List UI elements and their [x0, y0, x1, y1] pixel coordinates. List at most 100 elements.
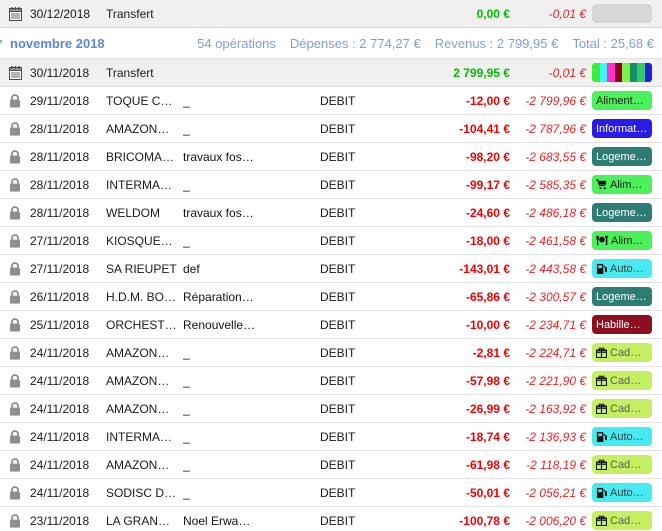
category-cell[interactable]: Auto… [592, 259, 658, 278]
transaction-payee: Transfert [106, 6, 154, 21]
lock-icon[interactable] [0, 93, 30, 108]
lock-icon[interactable] [0, 177, 30, 192]
transaction-amount: -99,17 € [465, 177, 510, 192]
category-cell[interactable]: Logeme… [592, 203, 658, 222]
transaction-type: DEBIT [320, 429, 356, 444]
category-cell[interactable]: Alim… [592, 231, 658, 250]
table-row[interactable]: 28/11/2018 BRICOMA… travaux fos… DEBIT -98,2… [0, 143, 662, 171]
category-cell[interactable] [592, 4, 658, 23]
running-balance: -2 056,21 € [525, 485, 586, 500]
category-badge[interactable]: Cad… [592, 511, 652, 530]
lock-icon[interactable] [0, 373, 30, 388]
lock-icon[interactable] [0, 457, 30, 472]
category-badge[interactable]: Logeme… [592, 203, 652, 222]
category-badge[interactable]: Alim… [592, 231, 652, 250]
transaction-date: 28/11/2018 [30, 121, 90, 136]
transaction-list-app: 30/12/2018 Transfert 0,00 € -0,01 € nove… [0, 0, 662, 531]
table-row[interactable]: 27/11/2018 KIOSQUE… _ DEBIT -18,00 € -2 461,5… [0, 227, 662, 255]
transaction-payee: BRICOMA… [106, 149, 175, 164]
table-row[interactable]: 24/11/2018 AMAZON… _ DEBIT -2,81 € -2 224,71 … [0, 339, 662, 367]
table-row[interactable]: 26/11/2018 H.D.M. BO… Réparation… DEBIT -65,… [0, 283, 662, 311]
category-badge-label: Cad… [610, 402, 642, 415]
table-row[interactable]: 25/11/2018 ORCHEST… Renouvelle… DEBIT -10,00… [0, 311, 662, 339]
category-cell[interactable] [592, 63, 658, 82]
lock-icon[interactable] [0, 429, 30, 444]
category-badge[interactable]: Auto… [592, 483, 652, 502]
category-stripe [637, 63, 645, 82]
category-badge[interactable]: Alimenta… [592, 91, 652, 110]
category-badge[interactable]: Informati… [592, 119, 652, 138]
table-row[interactable]: 24/11/2018 INTERMA… _ DEBIT -18,74 € -2 136,9… [0, 423, 662, 451]
running-balance: -2 221,90 € [525, 373, 586, 388]
transfer-row-month[interactable]: 30/11/2018 Transfert 2 799,95 € -0,01 € [0, 59, 662, 87]
table-row[interactable]: 28/11/2018 AMAZON… _ DEBIT -104,41 € -2 787,9… [0, 115, 662, 143]
month-label: novembre 2018 [10, 35, 105, 51]
table-row[interactable]: 24/11/2018 AMAZON… _ DEBIT -61,98 € -2 118,19… [0, 451, 662, 479]
category-badge[interactable]: Cad… [592, 399, 652, 418]
category-badge-label: Alim… [610, 178, 643, 191]
category-badge[interactable]: Cad… [592, 371, 652, 390]
category-cell[interactable]: Auto… [592, 427, 658, 446]
table-row[interactable]: 28/11/2018 WELDOM travaux fos… DEBIT -24,60 … [0, 199, 662, 227]
category-badge[interactable]: Habillem… [592, 315, 652, 334]
running-balance: -2 006,20 € [525, 513, 586, 528]
category-cell[interactable]: Habillem… [592, 315, 658, 334]
table-row[interactable]: 24/11/2018 SODISC D… _ DEBIT -50,01 € -2 056,… [0, 479, 662, 507]
category-badge[interactable]: Logeme… [592, 147, 652, 166]
category-cell[interactable]: Logeme… [592, 287, 658, 306]
category-badge[interactable]: Logeme… [592, 287, 652, 306]
lock-icon[interactable] [0, 317, 30, 332]
transaction-note: travaux fos… [183, 149, 254, 164]
category-badge-stripes[interactable] [592, 63, 652, 82]
lock-icon[interactable] [0, 289, 30, 304]
transaction-note: _ [183, 485, 190, 500]
transaction-date: 28/11/2018 [30, 149, 90, 164]
category-badge[interactable]: Cad… [592, 343, 652, 362]
category-cell[interactable]: Cad… [592, 455, 658, 474]
category-badge[interactable]: Alim… [592, 175, 652, 194]
category-cell[interactable]: Auto… [592, 483, 658, 502]
category-cell[interactable]: Alim… [592, 175, 658, 194]
category-cell[interactable]: Alimenta… [592, 91, 658, 110]
transaction-type: DEBIT [320, 205, 356, 220]
transaction-payee: KIOSQUE… [106, 233, 173, 248]
lock-icon[interactable] [0, 513, 30, 528]
lock-icon[interactable] [0, 261, 30, 276]
category-cell[interactable]: Cad… [592, 343, 658, 362]
transaction-type: DEBIT [320, 289, 356, 304]
lock-icon[interactable] [0, 485, 30, 500]
table-row[interactable]: 29/11/2018 TOQUE C… _ DEBIT -12,00 € -2 799,9… [0, 87, 662, 115]
table-row[interactable]: 28/11/2018 INTERMA… _ DEBIT -99,17 € -2 585,3… [0, 171, 662, 199]
transaction-date: 25/11/2018 [30, 317, 90, 332]
running-balance: -2 443,58 € [525, 261, 586, 276]
category-cell[interactable]: Cad… [592, 511, 658, 530]
category-cell[interactable]: Cad… [592, 371, 658, 390]
table-row[interactable]: 23/11/2018 LA GRAN… Noel Erwa… DEBIT -100,78… [0, 507, 662, 531]
category-cell[interactable]: Informati… [592, 119, 658, 138]
running-balance: -2 118,19 € [526, 457, 586, 472]
lock-icon[interactable] [0, 233, 30, 248]
table-row[interactable]: 27/11/2018 SA RIEUPET def DEBIT -143,01 € -2 … [0, 255, 662, 283]
transfer-icon[interactable] [658, 7, 662, 21]
transaction-date: 26/11/2018 [30, 289, 90, 304]
month-summary-header[interactable]: novembre 2018 54 opérations Dépenses : 2… [0, 28, 662, 59]
category-badge-empty[interactable] [592, 4, 652, 23]
table-row[interactable]: 24/11/2018 AMAZON… _ DEBIT -57,98 € -2 221,90… [0, 367, 662, 395]
transfer-icon[interactable] [658, 66, 662, 80]
lock-icon[interactable] [0, 401, 30, 416]
category-badge[interactable]: Cad… [592, 455, 652, 474]
transaction-amount: -18,74 € [465, 429, 510, 444]
table-row[interactable]: 24/11/2018 AMAZON… _ DEBIT -26,99 € -2 163,92… [0, 395, 662, 423]
category-badge-label: Informati… [596, 122, 648, 135]
transfer-row-top[interactable]: 30/12/2018 Transfert 0,00 € -0,01 € [0, 0, 662, 28]
category-badge[interactable]: Auto… [592, 259, 652, 278]
lock-icon[interactable] [0, 205, 30, 220]
lock-icon[interactable] [0, 149, 30, 164]
gift-icon [596, 403, 607, 414]
category-cell[interactable]: Logeme… [592, 147, 658, 166]
category-cell[interactable]: Cad… [592, 399, 658, 418]
lock-icon[interactable] [0, 345, 30, 360]
collapse-caret-icon[interactable] [0, 38, 8, 48]
lock-icon[interactable] [0, 121, 30, 136]
category-badge[interactable]: Auto… [592, 427, 652, 446]
